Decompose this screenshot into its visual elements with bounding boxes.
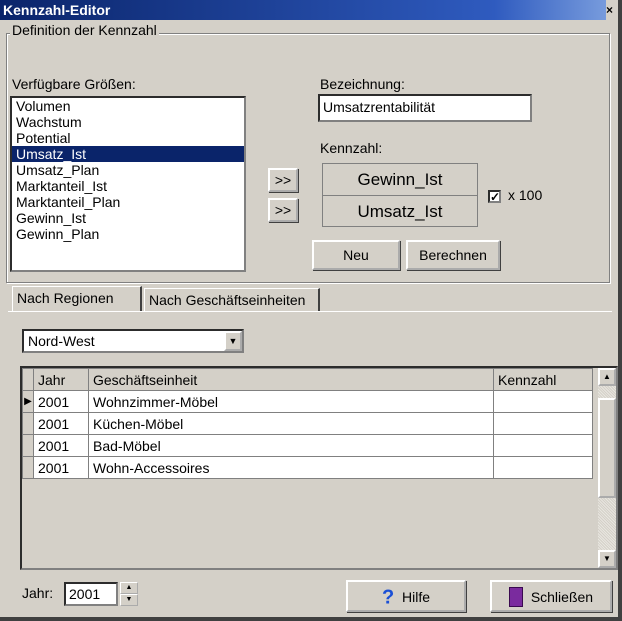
row-indicator-header xyxy=(22,368,34,391)
add-to-numerator-button[interactable]: >> xyxy=(268,168,298,192)
vertical-scrollbar[interactable]: ▲ ▼ xyxy=(598,368,616,568)
new-button[interactable]: Neu xyxy=(312,240,400,270)
column-header-unit[interactable]: Geschäftseinheit xyxy=(88,368,494,391)
available-sizes-listbox[interactable]: Volumen Wachstum Potential Umsatz_Ist Um… xyxy=(10,96,246,272)
list-item[interactable]: Umsatz_Plan xyxy=(12,162,244,178)
close-window-button[interactable]: × xyxy=(606,0,618,20)
name-label: Bezeichnung: xyxy=(320,76,405,92)
add-to-denominator-button[interactable]: >> xyxy=(268,198,298,222)
scroll-down-icon[interactable]: ▼ xyxy=(598,550,616,568)
region-select-value: Nord-West xyxy=(28,333,95,349)
column-header-kennzahl[interactable]: Kennzahl xyxy=(493,368,593,391)
column-header-year[interactable]: Jahr xyxy=(33,368,89,391)
row-indicator xyxy=(22,434,34,457)
denominator-field[interactable]: Umsatz_Ist xyxy=(323,196,477,227)
list-item[interactable]: Potential xyxy=(12,130,244,146)
cell-kennzahl[interactable] xyxy=(493,412,593,435)
help-button[interactable]: ? Hilfe xyxy=(346,580,466,612)
row-indicator xyxy=(22,412,34,435)
list-item[interactable]: Gewinn_Plan xyxy=(12,226,244,242)
spin-down-icon[interactable]: ▼ xyxy=(120,594,138,606)
current-row-icon: ▶ xyxy=(22,390,34,413)
tab-business-units[interactable]: Nach Geschäftseinheiten xyxy=(144,288,320,312)
cell-unit[interactable]: Wohnzimmer-Möbel xyxy=(88,390,494,413)
ratio-label: Kennzahl: xyxy=(320,140,383,156)
data-table: Jahr Geschäftseinheit Kennzahl ▶ 2001 Wo… xyxy=(22,368,593,479)
available-sizes-label: Verfügbare Größen: xyxy=(12,76,136,92)
checkmark-icon: ✓ xyxy=(490,190,501,204)
table-header-row: Jahr Geschäftseinheit Kennzahl xyxy=(22,368,593,391)
list-item[interactable]: Wachstum xyxy=(12,114,244,130)
tab-regions[interactable]: Nach Regionen xyxy=(12,286,142,312)
question-mark-icon: ? xyxy=(381,586,395,609)
calculate-button[interactable]: Berechnen xyxy=(406,240,500,270)
close-button-label: Schließen xyxy=(530,589,594,606)
row-indicator xyxy=(22,456,34,479)
window-title: Kennzahl-Editor xyxy=(3,2,111,18)
cell-kennzahl[interactable] xyxy=(493,390,593,413)
data-grid[interactable]: Jahr Geschäftseinheit Kennzahl ▶ 2001 Wo… xyxy=(20,366,618,570)
title-bar: Kennzahl-Editor × xyxy=(0,0,618,20)
help-button-label: Hilfe xyxy=(402,589,431,606)
table-row[interactable]: 2001 Küchen-Möbel xyxy=(22,412,593,435)
list-item-selected[interactable]: Umsatz_Ist xyxy=(12,146,244,162)
cell-unit[interactable]: Bad-Möbel xyxy=(88,434,494,457)
table-row[interactable]: 2001 Bad-Möbel xyxy=(22,434,593,457)
table-row[interactable]: ▶ 2001 Wohnzimmer-Möbel xyxy=(22,390,593,413)
region-select[interactable]: Nord-West ▼ xyxy=(22,329,244,353)
spin-up-icon[interactable]: ▲ xyxy=(120,582,138,594)
close-button[interactable]: Schließen xyxy=(490,580,612,612)
list-item[interactable]: Gewinn_Ist xyxy=(12,210,244,226)
cell-year[interactable]: 2001 xyxy=(33,412,89,435)
scroll-thumb[interactable] xyxy=(598,398,616,498)
cell-year[interactable]: 2001 xyxy=(33,434,89,457)
x100-label: x 100 xyxy=(508,187,543,203)
numerator-field[interactable]: Gewinn_Ist xyxy=(323,164,477,195)
list-item[interactable]: Marktanteil_Plan xyxy=(12,194,244,210)
cell-year[interactable]: 2001 xyxy=(33,456,89,479)
cell-kennzahl[interactable] xyxy=(493,456,593,479)
x100-checkbox[interactable]: ✓ xyxy=(488,190,501,203)
ratio-formula: Gewinn_Ist Umsatz_Ist xyxy=(322,163,478,227)
year-spinner-buttons[interactable]: ▲ ▼ xyxy=(120,582,138,606)
kennzahl-editor-window: Kennzahl-Editor × Definition der Kennzah… xyxy=(0,0,622,621)
cell-year[interactable]: 2001 xyxy=(33,390,89,413)
year-spinner-field[interactable]: 2001 xyxy=(64,582,118,606)
cell-unit[interactable]: Wohn-Accessoires xyxy=(88,456,494,479)
list-item[interactable]: Marktanteil_Ist xyxy=(12,178,244,194)
name-field[interactable]: Umsatzrentabilität xyxy=(318,94,532,122)
close-icon: × xyxy=(606,3,614,17)
list-item[interactable]: Volumen xyxy=(12,98,244,114)
definition-group-label: Definition der Kennzahl xyxy=(10,22,159,38)
exit-door-icon xyxy=(508,587,523,608)
table-row[interactable]: 2001 Wohn-Accessoires xyxy=(22,456,593,479)
year-label: Jahr: xyxy=(22,585,54,601)
cell-unit[interactable]: Küchen-Möbel xyxy=(88,412,494,435)
chevron-down-icon[interactable]: ▼ xyxy=(224,331,242,351)
scroll-up-icon[interactable]: ▲ xyxy=(598,368,616,386)
cell-kennzahl[interactable] xyxy=(493,434,593,457)
